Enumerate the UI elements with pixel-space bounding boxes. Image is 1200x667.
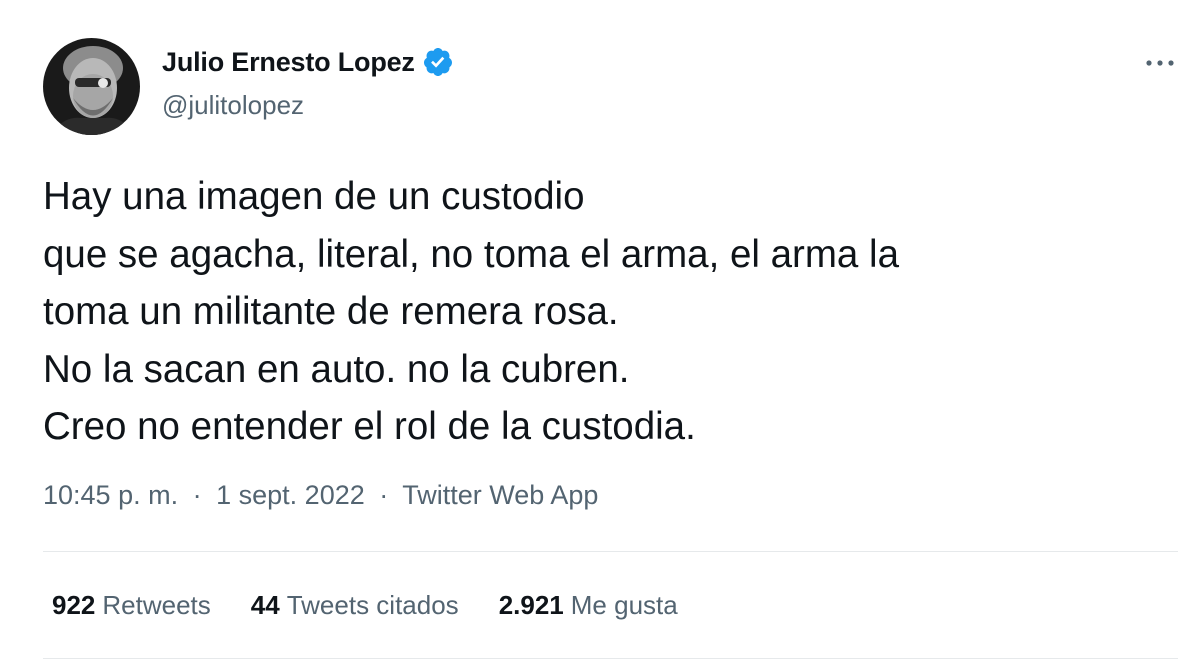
- tweet-time[interactable]: 10:45 p. m.: [43, 480, 178, 510]
- tweet-stats: 922 Retweets 44 Tweets citados 2.921 Me gus…: [52, 590, 718, 621]
- tweet-source[interactable]: Twitter Web App: [402, 480, 598, 510]
- tweet-text-line: Hay una imagen de un custodio: [43, 175, 585, 218]
- divider: [43, 551, 1178, 552]
- verified-badge-icon: [422, 46, 454, 78]
- tweet-detail: Julio Ernesto Lopez @julitolopez Hay una…: [0, 0, 1200, 667]
- quote-tweets-stat[interactable]: 44 Tweets citados: [251, 590, 459, 621]
- tweet-text-line: toma un militante de remera rosa.: [43, 290, 619, 333]
- quote-tweets-label: Tweets citados: [286, 590, 459, 620]
- author-name[interactable]: Julio Ernesto Lopez: [162, 46, 454, 78]
- likes-count: 2.921: [498, 590, 564, 620]
- tweet-text-line: que se agacha, literal, no toma el arma,…: [43, 232, 900, 276]
- retweets-stat[interactable]: 922 Retweets: [52, 590, 211, 621]
- profile-photo: [43, 38, 140, 135]
- author-handle[interactable]: @julitolopez: [162, 90, 304, 121]
- more-options-icon: [1146, 60, 1174, 66]
- quote-tweets-count: 44: [250, 590, 280, 620]
- more-options-button[interactable]: [1138, 46, 1182, 80]
- retweets-label: Retweets: [102, 590, 211, 620]
- author-name-text: Julio Ernesto Lopez: [162, 46, 415, 77]
- meta-separator: ·: [192, 480, 202, 510]
- retweets-count: 922: [52, 590, 96, 620]
- meta-separator: ·: [379, 480, 389, 510]
- avatar[interactable]: [43, 38, 140, 135]
- tweet-text: Hay una imagen de un custodio que se aga…: [43, 168, 1163, 456]
- divider: [43, 658, 1178, 659]
- tweet-metadata: 10:45 p. m. · 1 sept. 2022 · Twitter Web…: [43, 480, 598, 511]
- tweet-date[interactable]: 1 sept. 2022: [216, 480, 365, 510]
- likes-label: Me gusta: [570, 590, 678, 620]
- tweet-text-line: No la sacan en auto. no la cubren.: [43, 347, 630, 391]
- likes-stat[interactable]: 2.921 Me gusta: [499, 590, 678, 621]
- tweet-text-line: Creo no entender el rol de la custodia.: [43, 405, 696, 448]
